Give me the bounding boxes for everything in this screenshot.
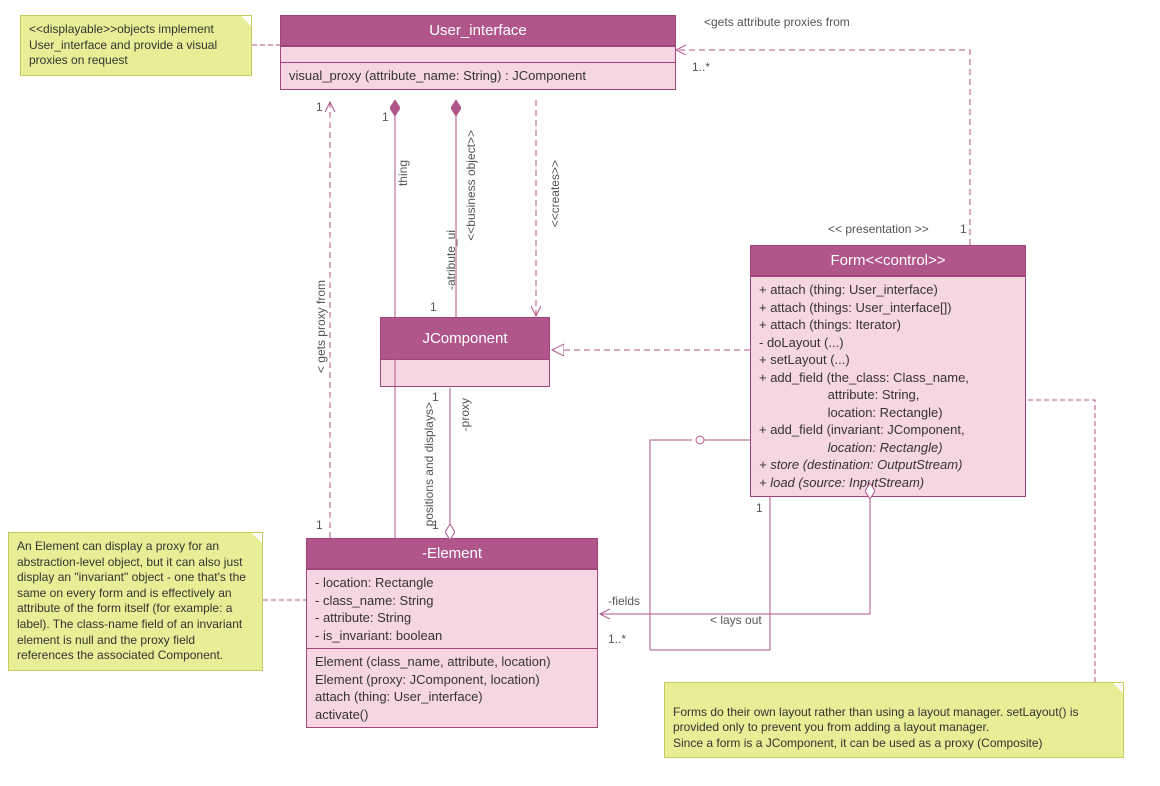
attr: - location: Rectangle [315, 574, 589, 592]
op: attach (thing: User_interface) [315, 688, 589, 706]
label-one-form: 1 [756, 501, 763, 515]
class-op: visual_proxy (attribute_name: String) : … [281, 62, 675, 89]
note-text: Forms do their own layout rather than us… [673, 705, 1079, 750]
op: location: Rectangle) [759, 439, 1017, 457]
class-ops: + attach (thing: User_interface) + attac… [751, 276, 1025, 496]
note-displayable: <<displayable>>objects implement User_in… [20, 15, 252, 76]
attr: - class_name: String [315, 592, 589, 610]
op: + load (source: InputStream) [759, 474, 1017, 492]
class-form: Form<<control>> + attach (thing: User_in… [750, 245, 1026, 497]
txt: <gets attribute proxies from [704, 15, 850, 29]
label-presentation: << presentation >> [828, 222, 929, 236]
attr: - attribute: String [315, 609, 589, 627]
label-one-pres: 1 [960, 222, 967, 236]
label-one-thing: 1 [382, 110, 389, 124]
class-user-interface: User_interface visual_proxy (attribute_n… [280, 15, 676, 90]
class-jcomponent: JComponent [380, 317, 550, 387]
op: + attach (things: User_interface[]) [759, 299, 1017, 317]
label-gets-proxy: < gets proxy from [314, 280, 328, 373]
op: + attach (things: Iterator) [759, 316, 1017, 334]
attr: - is_invariant: boolean [315, 627, 589, 645]
note-text: An Element can display a proxy for an ab… [17, 539, 246, 662]
label-one-star-fields: 1..* [608, 632, 626, 646]
label-one-pos-top: 1 [432, 390, 439, 404]
label-lays-out: < lays out [710, 613, 762, 627]
op: + setLayout (...) [759, 351, 1017, 369]
op: + add_field (the_class: Class_name, [759, 369, 1017, 387]
op: Element (class_name, attribute, location… [315, 653, 589, 671]
note-element: An Element can display a proxy for an ab… [8, 532, 263, 671]
class-title: -Element [307, 539, 597, 569]
note-form: Forms do their own layout rather than us… [664, 682, 1124, 758]
class-title: Form<<control>> [751, 246, 1025, 276]
op: Element (proxy: JComponent, location) [315, 671, 589, 689]
op: + store (destination: OutputStream) [759, 456, 1017, 474]
op: + add_field (invariant: JComponent, [759, 421, 1017, 439]
note-text: <<displayable>>objects implement User_in… [29, 22, 217, 67]
class-title: JComponent [381, 318, 549, 360]
op: activate() [315, 706, 589, 724]
label-fields: -fields [608, 594, 640, 608]
label-atribute-ui: -atribute_ui [444, 230, 458, 290]
label-positions-displays: positions and displays> [422, 402, 436, 526]
label-gets-attr-proxies: <gets attribute proxies from [704, 15, 850, 29]
label-one-proxy-bot: 1 [316, 518, 323, 532]
label-creates: <<creates>> [548, 160, 562, 227]
class-ops: Element (class_name, attribute, location… [307, 648, 597, 727]
label-one-proxy-top: 1 [316, 100, 323, 114]
label-one-star-top: 1..* [692, 60, 710, 74]
op: attribute: String, [759, 386, 1017, 404]
label-business-object: <<business object>> [464, 130, 478, 241]
op: + attach (thing: User_interface) [759, 281, 1017, 299]
op: location: Rectangle) [759, 404, 1017, 422]
class-title: User_interface [281, 16, 675, 46]
label-one-attr: 1 [430, 300, 437, 314]
op: - doLayout (...) [759, 334, 1017, 352]
class-attrs: - location: Rectangle - class_name: Stri… [307, 569, 597, 648]
class-element: -Element - location: Rectangle - class_n… [306, 538, 598, 728]
label-thing: thing [396, 160, 410, 186]
label-proxy: -proxy [458, 398, 472, 431]
label-one-pos-bot: 1 [432, 518, 439, 532]
